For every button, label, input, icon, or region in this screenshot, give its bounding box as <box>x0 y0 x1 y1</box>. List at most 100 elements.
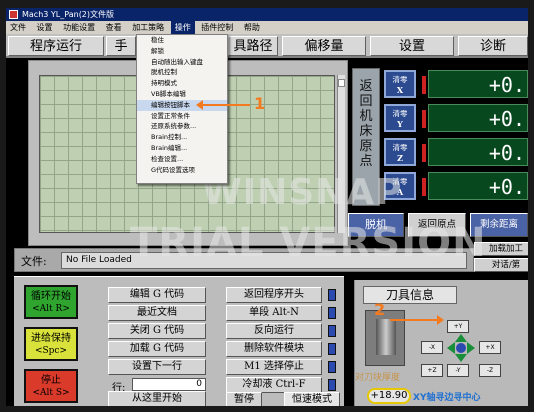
axis-label: Y <box>397 119 403 129</box>
tab-offsets[interactable]: 偏移量 <box>282 36 366 56</box>
feed-hold-label: 进给保持 <box>31 333 71 344</box>
menu-item-gcode-options[interactable]: G代码设置选项 <box>137 165 227 176</box>
annotation-arrow-1 <box>196 100 250 110</box>
x-status-led <box>422 76 426 94</box>
tab-diagnostics[interactable]: 诊断 <box>458 36 528 56</box>
load-gcode-button[interactable]: 加载 G 代码 <box>108 341 206 357</box>
menu-settings[interactable]: 设置 <box>33 21 57 34</box>
edit-gcode-button[interactable]: 编辑 G 代码 <box>108 287 206 303</box>
xy-edge-finder-button[interactable]: XY轴寻边寻中心 <box>413 390 480 403</box>
offline-button[interactable]: 脱机 <box>348 213 404 237</box>
menu-view[interactable]: 查看 <box>102 21 126 34</box>
tool-info-panel: 刀具信息 +Y -X +X -Y +Z -Z 对刀块厚度 +18.90 XY轴寻… <box>354 280 528 406</box>
mach3-window: Mach3 YL_Pan(2)文件版 文件 设置 功能设置 查看 加工策略 操作… <box>6 8 528 406</box>
menu-item-hold-mode[interactable]: 持明模式 <box>137 78 227 89</box>
zero-y-button[interactable]: 清零 Y <box>384 104 416 132</box>
reverse-run-button[interactable]: 反向运行 <box>226 323 322 339</box>
optional-stop-button[interactable]: M1 选择停止 <box>226 359 322 375</box>
z-dro[interactable]: +0. <box>428 138 528 166</box>
menu-help[interactable]: 帮助 <box>240 21 264 34</box>
annotation-number-2: 2 <box>374 300 386 319</box>
jog-plus-x-button[interactable]: +X <box>479 341 501 354</box>
tab-settings[interactable]: 设置 <box>370 36 454 56</box>
app-icon <box>9 10 18 19</box>
return-machine-origin-label[interactable]: 返回机床原点 <box>352 68 380 206</box>
menu-item-hold[interactable]: 稳住 <box>137 35 227 46</box>
stop-label: 停止 <box>41 375 61 386</box>
cycle-start-button[interactable]: 循环开始 <Alt R> <box>24 285 78 319</box>
jog-minus-x-button[interactable]: -X <box>421 341 443 354</box>
probe-thickness-label: 对刀块厚度 <box>355 373 401 383</box>
file-name-field: No File Loaded <box>61 252 467 269</box>
axis-label: X <box>396 85 404 95</box>
file-label: 文件: <box>21 255 47 268</box>
stop-shortcut: <Alt S> <box>32 388 70 398</box>
menu-bar: 文件 设置 功能设置 查看 加工策略 操作 插件控制 帮助 <box>6 21 528 34</box>
file-row: 文件: No File Loaded <box>14 248 474 272</box>
a-dro[interactable]: +0. <box>428 172 528 200</box>
dro-row-x: 清零 X +0. <box>384 70 528 98</box>
menu-plugin-control[interactable]: 插件控制 <box>197 21 237 34</box>
load-button[interactable]: 加载加工 <box>474 242 528 256</box>
title-bar: Mach3 YL_Pan(2)文件版 <box>6 8 528 21</box>
cycle-start-shortcut: <Alt R> <box>32 304 70 314</box>
tab-program-run[interactable]: 程序运行 <box>8 36 104 56</box>
z-status-led <box>422 144 426 162</box>
stop-button[interactable]: 停止 <Alt S> <box>24 369 78 403</box>
x-dro[interactable]: +0. <box>428 70 528 98</box>
menu-item-auto-keyboard[interactable]: 自动随出输入键盘 <box>137 57 227 68</box>
zero-label: 清零 <box>392 75 408 84</box>
feed-hold-button[interactable]: 进给保持 <Spc> <box>24 327 78 361</box>
zero-a-button[interactable]: 清零 A <box>384 172 416 200</box>
menu-item-vb-script-editor[interactable]: VB脚本编辑 <box>137 89 227 100</box>
jog-minus-y-button[interactable]: -Y <box>447 364 469 377</box>
remaining-distance-button[interactable]: 剩余距离 <box>470 213 528 237</box>
return-home-button[interactable]: 返回原点 <box>408 213 466 237</box>
y-dro[interactable]: +0. <box>428 104 528 132</box>
rewind-button[interactable]: 返回程序开头 <box>226 287 322 303</box>
axis-label: A <box>396 187 404 197</box>
menu-file[interactable]: 文件 <box>6 21 30 34</box>
menu-function-settings[interactable]: 功能设置 <box>59 21 99 34</box>
reverse-run-led <box>328 325 336 337</box>
recent-files-button[interactable]: 最近文档 <box>108 305 206 321</box>
close-gcode-button[interactable]: 关闭 G 代码 <box>108 323 206 339</box>
y-status-led <box>422 110 426 128</box>
delete-block-button[interactable]: 删除软件模块 <box>226 341 322 357</box>
menu-item-brain-editor[interactable]: Brain编辑... <box>137 143 227 154</box>
jog-minus-z-button[interactable]: -Z <box>479 364 501 377</box>
window-title: Mach3 YL_Pan(2)文件版 <box>22 10 115 19</box>
constant-velocity-indicator: 恒速模式 <box>284 392 340 406</box>
zero-x-button[interactable]: 清零 X <box>384 70 416 98</box>
tab-toolpath[interactable]: 具路径 <box>228 36 278 56</box>
menu-toolpath[interactable]: 加工策略 <box>128 21 168 34</box>
zero-z-button[interactable]: 清零 Z <box>384 138 416 166</box>
set-next-line-button[interactable]: 设置下一行 <box>108 359 206 375</box>
run-from-here-button[interactable]: 从这里开始 <box>108 391 206 406</box>
menu-operate[interactable]: 操作 <box>170 21 195 34</box>
single-block-button[interactable]: 单段 Alt-N <box>226 305 322 321</box>
menu-item-set-normal-condition[interactable]: 设置正常条件 <box>137 111 227 122</box>
toolpath-scrollbar[interactable] <box>337 75 345 233</box>
spindle-graphic <box>376 319 396 355</box>
pause-button[interactable]: 暂停 <box>226 392 262 406</box>
program-control-panel: 循环开始 <Alt R> 进给保持 <Spc> 停止 <Alt S> 编辑 G … <box>14 276 344 406</box>
menu-item-offline-control[interactable]: 脱机控制 <box>137 67 227 78</box>
coolant-led <box>328 379 336 391</box>
coolant-button[interactable]: 冷却液 Ctrl-F <box>226 377 322 393</box>
probe-offset-value[interactable]: +18.90 <box>367 388 411 404</box>
zero-label: 清零 <box>392 109 408 118</box>
tab-manual[interactable]: 手 <box>106 36 136 56</box>
dro-row-y: 清零 Y +0. <box>384 104 528 132</box>
menu-item-unlock[interactable]: 解锁 <box>137 46 227 57</box>
menu-item-check-config[interactable]: 检查设置... <box>137 154 227 165</box>
feed-hold-shortcut: <Spc> <box>34 346 68 356</box>
line-number-field[interactable]: 0 <box>132 378 206 391</box>
jog-plus-y-button[interactable]: +Y <box>447 320 469 333</box>
menu-item-brain-control[interactable]: Brain控制... <box>137 132 227 143</box>
menu-item-restore-parameters[interactable]: 还原系统参数... <box>137 121 227 132</box>
jog-plus-z-button[interactable]: +Z <box>421 364 443 377</box>
scroll-thumb[interactable] <box>338 79 345 87</box>
dialog-button[interactable]: 对话/第 <box>474 258 528 272</box>
rewind-led <box>328 289 336 301</box>
